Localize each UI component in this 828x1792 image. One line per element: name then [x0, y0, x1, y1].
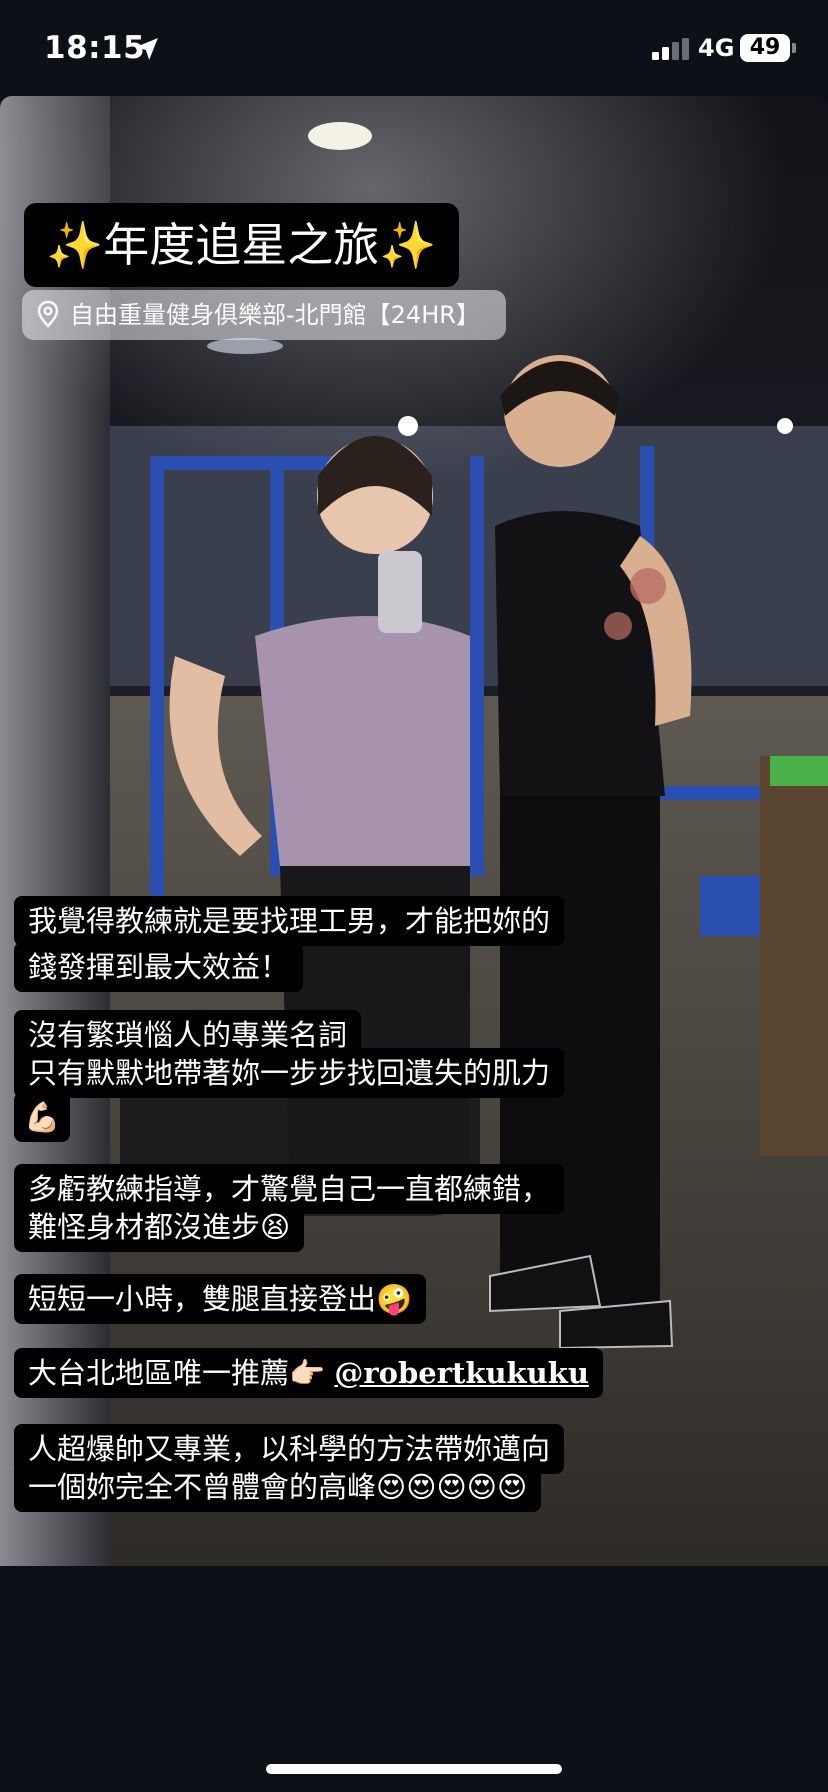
location-text: 自由重量健身俱樂部-北門館【24HR】 [70, 301, 480, 329]
caption-text: 多虧教練指導，才驚覺自己一直都練錯， [28, 1172, 551, 1206]
caption-5: 大台北地區唯一推薦👉🏻 @robertkukuku [14, 1348, 603, 1398]
battery-indicator: 49 [740, 34, 790, 62]
zany-face-emoji-icon: 🤪 [376, 1282, 413, 1316]
caption-text: 我覺得教練就是要找理工男，才能把妳的 [28, 904, 551, 938]
location-sticker[interactable]: 自由重量健身俱樂部-北門館【24HR】 [22, 290, 506, 340]
story-card[interactable]: ✨年度追星之旅✨ 自由重量健身俱樂部-北門館【24HR】 我覺得教練就是要找理工… [0, 96, 828, 1566]
location-pin-icon [37, 300, 59, 328]
battery-cap [792, 43, 796, 53]
caption-text: 人超爆帥又專業，以科學的方法帶妳邁向 [28, 1432, 551, 1466]
clock: 18:15 [44, 30, 146, 66]
caption-text: 沒有繁瑣惱人的專業名詞 [28, 1018, 348, 1052]
caption-2-line-3: 💪🏻 [14, 1092, 71, 1142]
heart-eyes-emoji-icon: 😍😍😍😍😍 [376, 1470, 528, 1504]
pointing-right-emoji-icon: 👉🏻 [289, 1356, 326, 1390]
caption-6-line-2: 一個妳完全不曾體會的高峰😍😍😍😍😍 [14, 1462, 542, 1512]
caption-text: 短短一小時，雙腿直接登出 [28, 1282, 377, 1316]
status-bar: 18:15 4G 49 [0, 0, 828, 96]
caption-text: 只有默默地帶著妳一步步找回遺失的肌力 [28, 1056, 551, 1090]
caption-1-line-1: 我覺得教練就是要找理工男，才能把妳的 [14, 896, 565, 946]
flexed-biceps-emoji-icon: 💪🏻 [24, 1100, 61, 1134]
caption-text: 一個妳完全不曾體會的高峰 [28, 1470, 377, 1504]
caption-text: 大台北地區唯一推薦 [28, 1356, 290, 1390]
caption-text: 錢發揮到最大效益！ [28, 950, 290, 984]
tired-face-emoji-icon: 😫 [260, 1210, 291, 1244]
caption-4: 短短一小時，雙腿直接登出🤪 [14, 1274, 427, 1324]
cellular-signal-icon [652, 38, 689, 60]
home-indicator[interactable] [266, 1764, 562, 1774]
story-title-sticker: ✨年度追星之旅✨ [24, 203, 459, 287]
caption-text: 難怪身材都沒進步 [28, 1210, 261, 1244]
network-type: 4G [698, 34, 735, 62]
location-arrow-icon [136, 38, 158, 60]
caption-2-line-2: 只有默默地帶著妳一步步找回遺失的肌力 [14, 1048, 565, 1098]
mention-link[interactable]: @robertkukuku [334, 1356, 589, 1390]
caption-3-line-2: 難怪身材都沒進步😫 [14, 1202, 305, 1252]
caption-1-line-2: 錢發揮到最大效益！ [14, 942, 304, 992]
